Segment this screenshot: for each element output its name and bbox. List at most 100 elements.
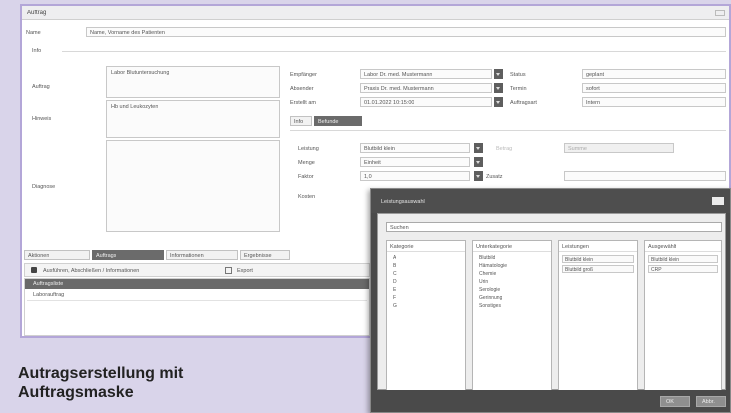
close-icon[interactable]	[712, 197, 724, 205]
selected-item-label: CRP	[651, 267, 662, 273]
category-item[interactable]: G	[393, 303, 397, 309]
auftrag-label: Auftrag	[32, 84, 50, 90]
info-separator	[62, 51, 726, 52]
tab-ergebnisse[interactable]: Ergebnisse	[240, 250, 290, 260]
zusatz-label: Zusatz	[486, 174, 503, 180]
caption-line-1: Autragserstellung mit	[18, 365, 184, 382]
category-item[interactable]: B	[393, 263, 396, 269]
service-item-label: Blutbild klein	[565, 257, 594, 263]
leistung-dropdown-button[interactable]	[474, 143, 483, 153]
name-field[interactable]: Name, Vorname des Patienten	[86, 27, 726, 37]
selected-panel: Ausgewählt Blutbild klein CRP	[644, 240, 722, 400]
subcategory-item[interactable]: Blutbild	[479, 255, 495, 261]
export-icon[interactable]	[225, 267, 232, 274]
absender-field-value: Praxis Dr. med. Mustermann	[364, 86, 434, 92]
absender-field[interactable]: Praxis Dr. med. Mustermann	[360, 83, 492, 93]
menge-field[interactable]: Einheit	[360, 157, 470, 167]
auftrag-field-value: Labor Blutuntersuchung	[111, 70, 170, 76]
tab-informationen-label: Informationen	[170, 253, 204, 259]
selected-item[interactable]: Blutbild klein	[648, 255, 718, 263]
action-icon[interactable]	[31, 267, 37, 273]
category-item[interactable]: F	[393, 295, 396, 301]
cancel-button-label: Abbr.	[702, 399, 715, 405]
order-list-row[interactable]: Laborauftrag	[33, 292, 64, 298]
subcategory-item[interactable]: Chemie	[479, 271, 496, 277]
export-label[interactable]: Export	[237, 268, 253, 274]
selected-item-label: Blutbild klein	[651, 257, 680, 263]
status-field[interactable]: geplant	[582, 69, 726, 79]
faktor-field-value: 1,0	[364, 174, 372, 180]
erstellt-label: Erstellt am	[290, 100, 316, 106]
subcategory-item[interactable]: Urin	[479, 279, 488, 285]
category-panel-header: Kategorie	[390, 244, 414, 250]
services-panel-divider	[559, 251, 637, 252]
tab-informationen[interactable]: Informationen	[166, 250, 238, 260]
status-field-value: geplant	[586, 72, 605, 78]
dialog-body: Suchen Kategorie A B C D E F G Unterkate…	[377, 213, 726, 400]
betrag-label: Betrag	[496, 146, 513, 152]
erstellt-field-value: 01.01.2022 10:15:00	[364, 100, 415, 106]
auftrag-field[interactable]: Labor Blutuntersuchung	[106, 66, 280, 98]
selected-panel-header: Ausgewählt	[648, 244, 677, 250]
info-label: Info	[32, 48, 42, 54]
subcategory-item[interactable]: Sonstiges	[479, 303, 501, 309]
service-item[interactable]: Blutbild klein	[562, 255, 634, 263]
menge-dropdown-button[interactable]	[474, 157, 483, 167]
ok-button[interactable]: OK	[660, 396, 690, 407]
auftragsart-field[interactable]: Intern	[582, 97, 726, 107]
auftragsart-field-value: Intern	[586, 100, 601, 106]
dialog-title: Leistungsauswahl	[381, 199, 425, 205]
faktor-dropdown-button[interactable]	[474, 171, 483, 181]
order-list: Auftragsliste Laborauftrag	[24, 278, 370, 336]
empfaenger-dropdown-button[interactable]	[494, 69, 503, 79]
tab-befunde[interactable]: Befunde	[314, 116, 362, 126]
empfaenger-label: Empfänger	[290, 72, 317, 78]
termin-field-value: sofort	[586, 86, 600, 92]
subcategory-item[interactable]: Hämatologie	[479, 263, 507, 269]
termin-field[interactable]: sofort	[582, 83, 726, 93]
empfaenger-field-value: Labor Dr. med. Mustermann	[364, 72, 433, 78]
subcategory-panel-divider	[473, 251, 551, 252]
empfaenger-field[interactable]: Labor Dr. med. Mustermann	[360, 69, 492, 79]
auftragsart-label: Auftragsart	[510, 100, 537, 106]
tab-auftrags[interactable]: Auftrags	[92, 250, 164, 260]
cancel-button[interactable]: Abbr.	[696, 396, 726, 407]
window-titlebar: Auftrag	[22, 6, 729, 20]
dialog-search-input[interactable]: Suchen	[386, 222, 722, 232]
order-list-row-divider	[27, 300, 367, 301]
selection-dialog: Leistungsauswahl Suchen Kategorie A B C …	[370, 188, 731, 413]
selected-panel-divider	[645, 251, 721, 252]
category-item[interactable]: C	[393, 271, 397, 277]
diagnose-field[interactable]	[106, 140, 280, 232]
zusatz-field[interactable]	[564, 171, 726, 181]
betrag-field[interactable]: Summe	[564, 143, 674, 153]
name-field-value: Name, Vorname des Patienten	[90, 30, 165, 36]
tab-aktionen[interactable]: Aktionen	[24, 250, 90, 260]
subcategory-item[interactable]: Serologie	[479, 287, 500, 293]
dialog-search-value: Suchen	[390, 225, 409, 231]
faktor-field[interactable]: 1,0	[360, 171, 470, 181]
order-list-header: Auftragsliste	[25, 279, 369, 289]
erstellt-field[interactable]: 01.01.2022 10:15:00	[360, 97, 492, 107]
maximize-icon[interactable]	[715, 10, 725, 16]
category-item[interactable]: E	[393, 287, 396, 293]
image-caption: Autragserstellung mit Auftragsmaske	[18, 364, 368, 402]
category-panel-divider	[387, 251, 465, 252]
menge-field-value: Einheit	[364, 160, 381, 166]
hinweis-field-value: Hb und Leukozyten	[111, 104, 159, 110]
category-item[interactable]: D	[393, 279, 397, 285]
date-picker-button[interactable]	[494, 97, 503, 107]
hinweis-field[interactable]: Hb und Leukozyten	[106, 100, 280, 138]
tab-info-label: Info	[294, 119, 304, 125]
leistung-field[interactable]: Blutbild klein	[360, 143, 470, 153]
selected-item[interactable]: CRP	[648, 265, 718, 273]
absender-dropdown-button[interactable]	[494, 83, 503, 93]
tab-aktionen-label: Aktionen	[28, 253, 50, 259]
subcategory-item[interactable]: Gerinnung	[479, 295, 502, 301]
service-item[interactable]: Blutbild groß	[562, 265, 634, 273]
action-text[interactable]: Ausführen, Abschließen / Informationen	[43, 268, 139, 274]
category-item[interactable]: A	[393, 255, 396, 261]
hinweis-label: Hinweis	[32, 116, 52, 122]
leistung-field-value: Blutbild klein	[364, 146, 395, 152]
tab-info[interactable]: Info	[290, 116, 312, 126]
